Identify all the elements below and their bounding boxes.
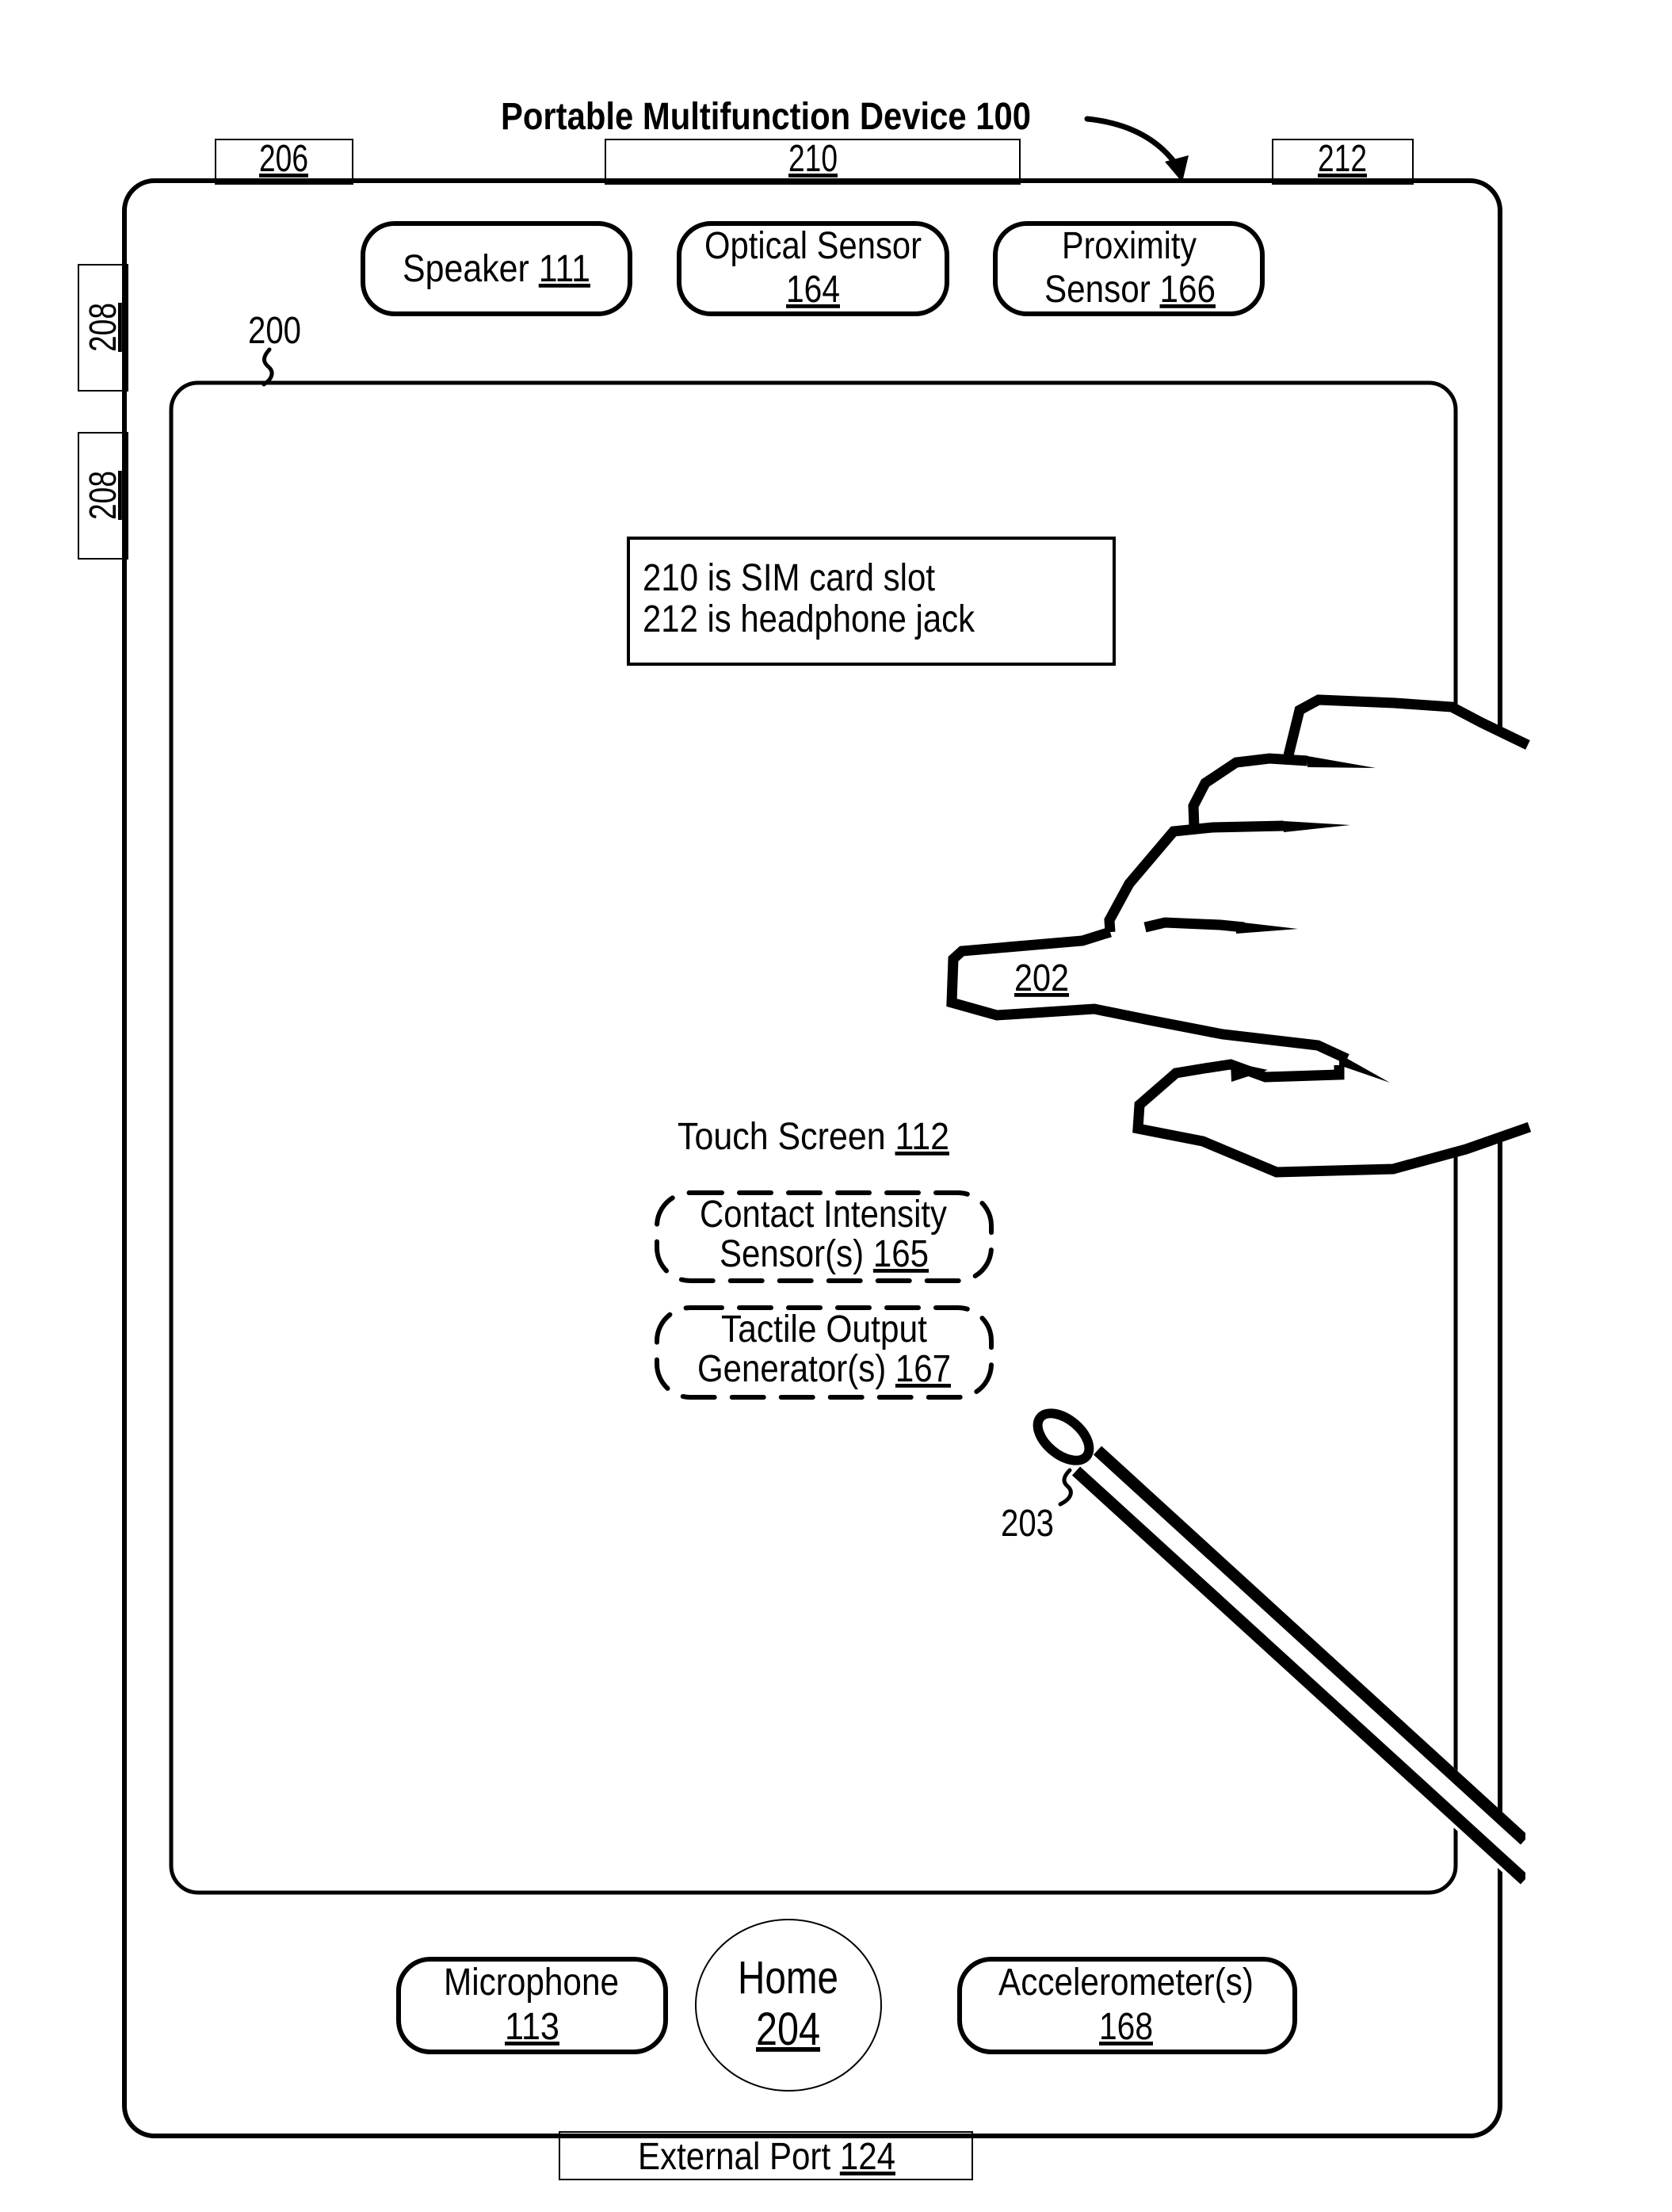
microphone-113: Microphone 113 bbox=[396, 1957, 668, 2054]
part-206-box: 206 bbox=[215, 138, 353, 185]
home-ref: 204 bbox=[756, 2004, 820, 2055]
speaker-111: Speaker 111 bbox=[361, 221, 632, 316]
finger-hand-202: 202 bbox=[946, 694, 1532, 1178]
optical-sensor-label: Optical Sensor bbox=[704, 225, 922, 267]
note-line-1: 210 is SIM card slot bbox=[643, 557, 935, 599]
part-210-label: 210 bbox=[788, 138, 838, 180]
device-pointer-arrow bbox=[1084, 116, 1189, 182]
proximity-sensor-166: Proximity Sensor 166 bbox=[993, 221, 1265, 316]
stylus-tip bbox=[1033, 1408, 1094, 1465]
external-port-124-box: External Port 124 bbox=[559, 2131, 973, 2180]
optical-sensor-ref: 164 bbox=[786, 269, 840, 311]
part-208-upper-label: 208 bbox=[82, 303, 124, 352]
stylus-203: 203 bbox=[1001, 1408, 1573, 1902]
tactile-output-line2: Generator(s) 167 bbox=[697, 1348, 951, 1390]
device-diagram: Portable Multifunction Device 100 206 21… bbox=[78, 96, 1573, 2180]
part-208-lower-box: 208 bbox=[78, 432, 128, 560]
hand-fill bbox=[951, 705, 1531, 1173]
accelerometer-ref: 168 bbox=[1099, 2006, 1153, 2048]
home-button-204: Home 204 bbox=[695, 1919, 882, 2092]
accelerometer-label: Accelerometer(s) bbox=[998, 1962, 1254, 2004]
stylus-upper-edge bbox=[1093, 1446, 1529, 1845]
proximity-sensor-line2: Sensor 166 bbox=[1044, 269, 1216, 311]
part-212-label: 212 bbox=[1318, 138, 1367, 180]
part-206-label: 206 bbox=[259, 138, 308, 180]
accelerometers-168: Accelerometer(s) 168 bbox=[957, 1957, 1297, 2054]
contact-intensity-line1: Contact Intensity bbox=[700, 1194, 947, 1236]
touch-screen-label: Touch Screen 112 bbox=[678, 1116, 949, 1158]
screen-ref-200: 200 bbox=[248, 310, 301, 352]
home-label: Home bbox=[738, 1952, 838, 2004]
contact-intensity-line2: Sensor(s) 165 bbox=[720, 1233, 929, 1275]
screen-ref-leader bbox=[261, 347, 274, 387]
speaker-label: Speaker 111 bbox=[403, 248, 590, 290]
optical-sensor-164: Optical Sensor 164 bbox=[677, 221, 949, 316]
stylus-ref-203: 203 bbox=[1001, 1503, 1054, 1545]
part-208-upper-box: 208 bbox=[78, 264, 128, 392]
headphone-jack-212-box: 212 bbox=[1272, 138, 1414, 185]
finger-ref-202: 202 bbox=[1014, 957, 1069, 999]
part-208-lower-label: 208 bbox=[82, 471, 124, 520]
figure-title: Portable Multifunction Device 100 bbox=[501, 96, 1031, 138]
proximity-sensor-line1: Proximity bbox=[1062, 225, 1197, 267]
microphone-ref: 113 bbox=[505, 2006, 559, 2048]
note-line-2: 212 is headphone jack bbox=[643, 598, 975, 640]
stylus-ref-leader bbox=[1058, 1468, 1073, 1507]
tactile-output-line1: Tactile Output bbox=[721, 1308, 927, 1351]
microphone-label: Microphone bbox=[444, 1962, 619, 2004]
note-box: 210 is SIM card slot 212 is headphone ja… bbox=[627, 537, 1116, 666]
tactile-output-generators-167: Tactile Output Generator(s) 167 bbox=[655, 1305, 994, 1400]
sim-card-slot-210-box: 210 bbox=[605, 138, 1021, 185]
external-port-label: External Port 124 bbox=[638, 2136, 895, 2178]
contact-intensity-sensors-165: Contact Intensity Sensor(s) 165 bbox=[655, 1190, 994, 1283]
